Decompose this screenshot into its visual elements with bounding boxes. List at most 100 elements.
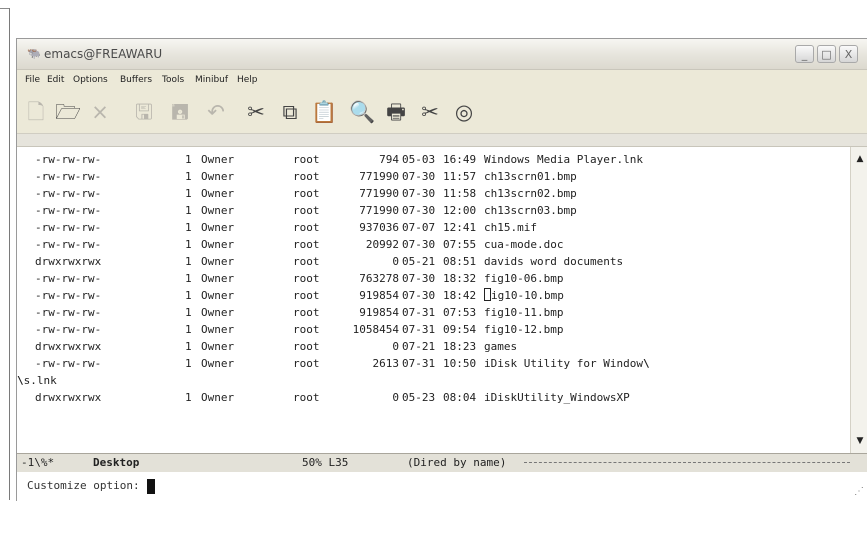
- file-permissions: -rw-rw-rw-: [35, 153, 102, 166]
- file-time: 11:57: [443, 170, 477, 183]
- close-buffer-icon[interactable]: ×: [87, 99, 113, 125]
- print-icon[interactable]: 🖶: [383, 99, 409, 125]
- file-name[interactable]: Windows Media Player.lnk: [484, 151, 643, 168]
- file-group: root: [293, 357, 320, 370]
- file-owner: Owner: [201, 306, 235, 319]
- menu-buffers[interactable]: Buffers: [120, 73, 152, 87]
- file-date: 07-30: [402, 272, 436, 285]
- file-name[interactable]: fig10-06.bmp: [484, 270, 563, 287]
- file-name[interactable]: ch13scrn02.bmp: [484, 185, 577, 202]
- file-links: 1: [185, 204, 192, 217]
- list-item[interactable]: drwxrwxrwx 1 Owner root 0 05-23 08:04 iD…: [17, 389, 850, 406]
- file-links: 1: [185, 238, 192, 251]
- list-item[interactable]: -rw-rw-rw- 1 Owner root 771990 07-30 11:…: [17, 185, 850, 202]
- scroll-down-arrow-icon[interactable]: ▼: [854, 435, 866, 447]
- file-name[interactable]: iDisk Utility for Window\: [484, 355, 650, 372]
- file-name-text: iDisk Utility for Window: [484, 357, 643, 370]
- modeline-dashes: [524, 462, 850, 463]
- file-date: 07-30: [402, 187, 436, 200]
- file-owner: Owner: [201, 187, 235, 200]
- modeline-major-mode[interactable]: (Dired by name): [407, 454, 506, 471]
- list-item[interactable]: drwxrwxrwx 1 Owner root 0 07-21 18:23 ga…: [17, 338, 850, 355]
- file-time: 08:04: [443, 391, 477, 404]
- file-name-with-cursor[interactable]: ig10-10.bmp: [484, 287, 564, 304]
- directory-name[interactable]: games: [484, 338, 517, 355]
- file-links: 1: [185, 221, 192, 234]
- list-item[interactable]: -rw-rw-rw- 1 Owner root 937036 07-07 12:…: [17, 219, 850, 236]
- file-name[interactable]: fig10-12.bmp: [484, 321, 563, 338]
- list-item[interactable]: -rw-rw-rw- 1 Owner root 20992 07-30 07:5…: [17, 236, 850, 253]
- file-name[interactable]: ch13scrn01.bmp: [484, 168, 577, 185]
- directory-name[interactable]: davids word documents: [484, 253, 623, 270]
- file-size: 919854: [359, 306, 399, 319]
- menu-tools[interactable]: Tools: [162, 73, 184, 87]
- search-icon[interactable]: 🔍: [349, 99, 375, 125]
- file-group: root: [293, 391, 320, 404]
- emacs-gnu-icon: 🐃: [27, 47, 41, 60]
- file-group: root: [293, 170, 320, 183]
- file-group: root: [293, 272, 320, 285]
- file-name: ig10-10.bmp: [491, 289, 564, 302]
- file-name[interactable]: cua-mode.doc: [484, 236, 563, 253]
- file-size: 0: [392, 391, 399, 404]
- new-file-icon[interactable]: 🗋: [23, 99, 49, 125]
- title-bar[interactable]: 🐃 emacs@FREAWARU _ □ X: [17, 39, 867, 70]
- list-item[interactable]: -rw-rw-rw- 1 Owner root 1058454 07-31 09…: [17, 321, 850, 338]
- menu-edit[interactable]: Edit: [47, 73, 64, 87]
- file-time: 12:41: [443, 221, 477, 234]
- save-icon[interactable]: 🖫: [131, 99, 157, 125]
- file-date: 05-21: [402, 255, 436, 268]
- modeline-buffer-name[interactable]: Desktop: [93, 454, 139, 471]
- file-size: 771990: [359, 170, 399, 183]
- menu-file[interactable]: File: [25, 73, 40, 87]
- copy-icon[interactable]: ⧉: [277, 99, 303, 125]
- list-item[interactable]: -rw-rw-rw- 1 Owner root 771990 07-30 12:…: [17, 202, 850, 219]
- vertical-scrollbar[interactable]: ▲ ▼: [850, 147, 867, 453]
- minibuffer-input[interactable]: [147, 479, 297, 494]
- mode-line[interactable]: -1\%* Desktop 50% L35 (Dired by name): [17, 453, 867, 473]
- open-folder-icon[interactable]: 🗁: [55, 99, 81, 125]
- help-icon[interactable]: ◎: [451, 99, 477, 125]
- file-time: 18:23: [443, 340, 477, 353]
- cut-icon[interactable]: ✂: [243, 99, 269, 125]
- file-links: 1: [185, 153, 192, 166]
- list-item[interactable]: -rw-rw-rw- 1 Owner root 763278 07-30 18:…: [17, 270, 850, 287]
- file-owner: Owner: [201, 272, 235, 285]
- list-item-current[interactable]: -rw-rw-rw- 1 Owner root 919854 07-30 18:…: [17, 287, 850, 304]
- directory-name[interactable]: iDiskUtility_WindowsXP: [484, 389, 630, 406]
- list-item-continuation[interactable]: \s.lnk: [17, 372, 850, 389]
- list-item[interactable]: drwxrwxrwx 1 Owner root 0 05-21 08:51 da…: [17, 253, 850, 270]
- file-name-continuation: \s.lnk: [17, 372, 57, 389]
- save-as-icon[interactable]: 🖪: [167, 99, 193, 125]
- file-group: root: [293, 323, 320, 336]
- minimize-button[interactable]: _: [795, 45, 814, 63]
- file-name[interactable]: ch13scrn03.bmp: [484, 202, 577, 219]
- preferences-icon[interactable]: ✂: [417, 99, 443, 125]
- file-permissions: drwxrwxrwx: [35, 340, 102, 353]
- file-owner: Owner: [201, 289, 235, 302]
- menu-help[interactable]: Help: [237, 73, 258, 87]
- list-item[interactable]: -rw-rw-rw- 1 Owner root 794 05-03 16:49 …: [17, 151, 850, 168]
- dired-buffer[interactable]: -rw-rw-rw- 1 Owner root 794 05-03 16:49 …: [17, 147, 850, 453]
- file-name[interactable]: ch15.mif: [484, 219, 537, 236]
- file-date: 05-03: [402, 153, 436, 166]
- close-button[interactable]: X: [839, 45, 858, 63]
- resize-grip-icon[interactable]: ⋰: [853, 486, 865, 498]
- file-owner: Owner: [201, 221, 235, 234]
- file-permissions: -rw-rw-rw-: [35, 204, 102, 217]
- scroll-up-arrow-icon[interactable]: ▲: [854, 153, 866, 165]
- minibuffer[interactable]: Customize option: ⋰: [17, 472, 867, 501]
- file-group: root: [293, 221, 320, 234]
- file-name[interactable]: fig10-11.bmp: [484, 304, 563, 321]
- file-date: 07-30: [402, 289, 436, 302]
- list-item[interactable]: -rw-rw-rw- 1 Owner root 2613 07-31 10:50…: [17, 355, 850, 372]
- paste-icon[interactable]: 📋: [311, 99, 337, 125]
- undo-icon[interactable]: ↶: [203, 99, 229, 125]
- close-icon: X: [844, 48, 853, 61]
- maximize-button[interactable]: □: [817, 45, 836, 63]
- menu-options[interactable]: Options: [73, 73, 108, 87]
- list-item[interactable]: -rw-rw-rw- 1 Owner root 919854 07-31 07:…: [17, 304, 850, 321]
- list-item[interactable]: -rw-rw-rw- 1 Owner root 771990 07-30 11:…: [17, 168, 850, 185]
- file-permissions: -rw-rw-rw-: [35, 306, 102, 319]
- menu-minibuf[interactable]: Minibuf: [195, 73, 228, 87]
